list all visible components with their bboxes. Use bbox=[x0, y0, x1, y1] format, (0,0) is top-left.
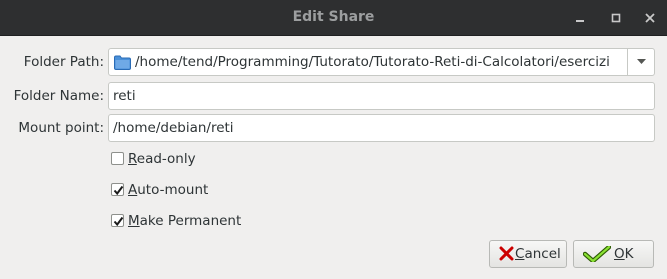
folder-path-combobox[interactable]: /home/tend/Programming/Tutorato/Tutorato… bbox=[108, 48, 655, 76]
mount-point-input[interactable] bbox=[113, 119, 648, 137]
chevron-down-icon bbox=[637, 59, 646, 64]
auto-mount-checkbox[interactable] bbox=[111, 183, 124, 196]
read-only-label[interactable]: Read-only bbox=[128, 151, 196, 167]
folder-path-label: Folder Path: bbox=[23, 54, 104, 70]
ok-check-icon bbox=[582, 244, 612, 266]
combo-dropdown-button[interactable] bbox=[627, 49, 654, 75]
folder-name-label: Folder Name: bbox=[13, 88, 104, 104]
folder-name-input[interactable] bbox=[113, 87, 648, 105]
ok-button[interactable]: OK bbox=[573, 240, 654, 268]
cancel-button[interactable]: Cancel bbox=[489, 240, 567, 268]
cancel-x-icon bbox=[499, 246, 514, 265]
minimize-icon[interactable] bbox=[571, 9, 589, 27]
auto-mount-label[interactable]: Auto-mount bbox=[128, 182, 208, 198]
make-permanent-checkbox[interactable] bbox=[111, 214, 124, 227]
make-permanent-label[interactable]: Make Permanent bbox=[128, 213, 241, 229]
folder-path-value: /home/tend/Programming/Tutorato/Tutorato… bbox=[135, 54, 610, 70]
title-bar[interactable]: Edit Share bbox=[0, 0, 667, 36]
mount-point-field[interactable] bbox=[108, 114, 655, 142]
cancel-label: Cancel bbox=[515, 246, 561, 262]
folder-name-field[interactable] bbox=[108, 82, 655, 110]
maximize-icon[interactable] bbox=[607, 9, 625, 27]
ok-label: OK bbox=[614, 246, 634, 262]
read-only-checkbox[interactable] bbox=[111, 152, 124, 165]
folder-icon bbox=[114, 55, 131, 70]
window-title: Edit Share bbox=[292, 9, 375, 25]
mount-point-label: Mount point: bbox=[18, 120, 104, 136]
checkmark-icon bbox=[113, 216, 124, 227]
checkmark-icon bbox=[113, 185, 124, 196]
close-icon[interactable] bbox=[641, 9, 659, 27]
